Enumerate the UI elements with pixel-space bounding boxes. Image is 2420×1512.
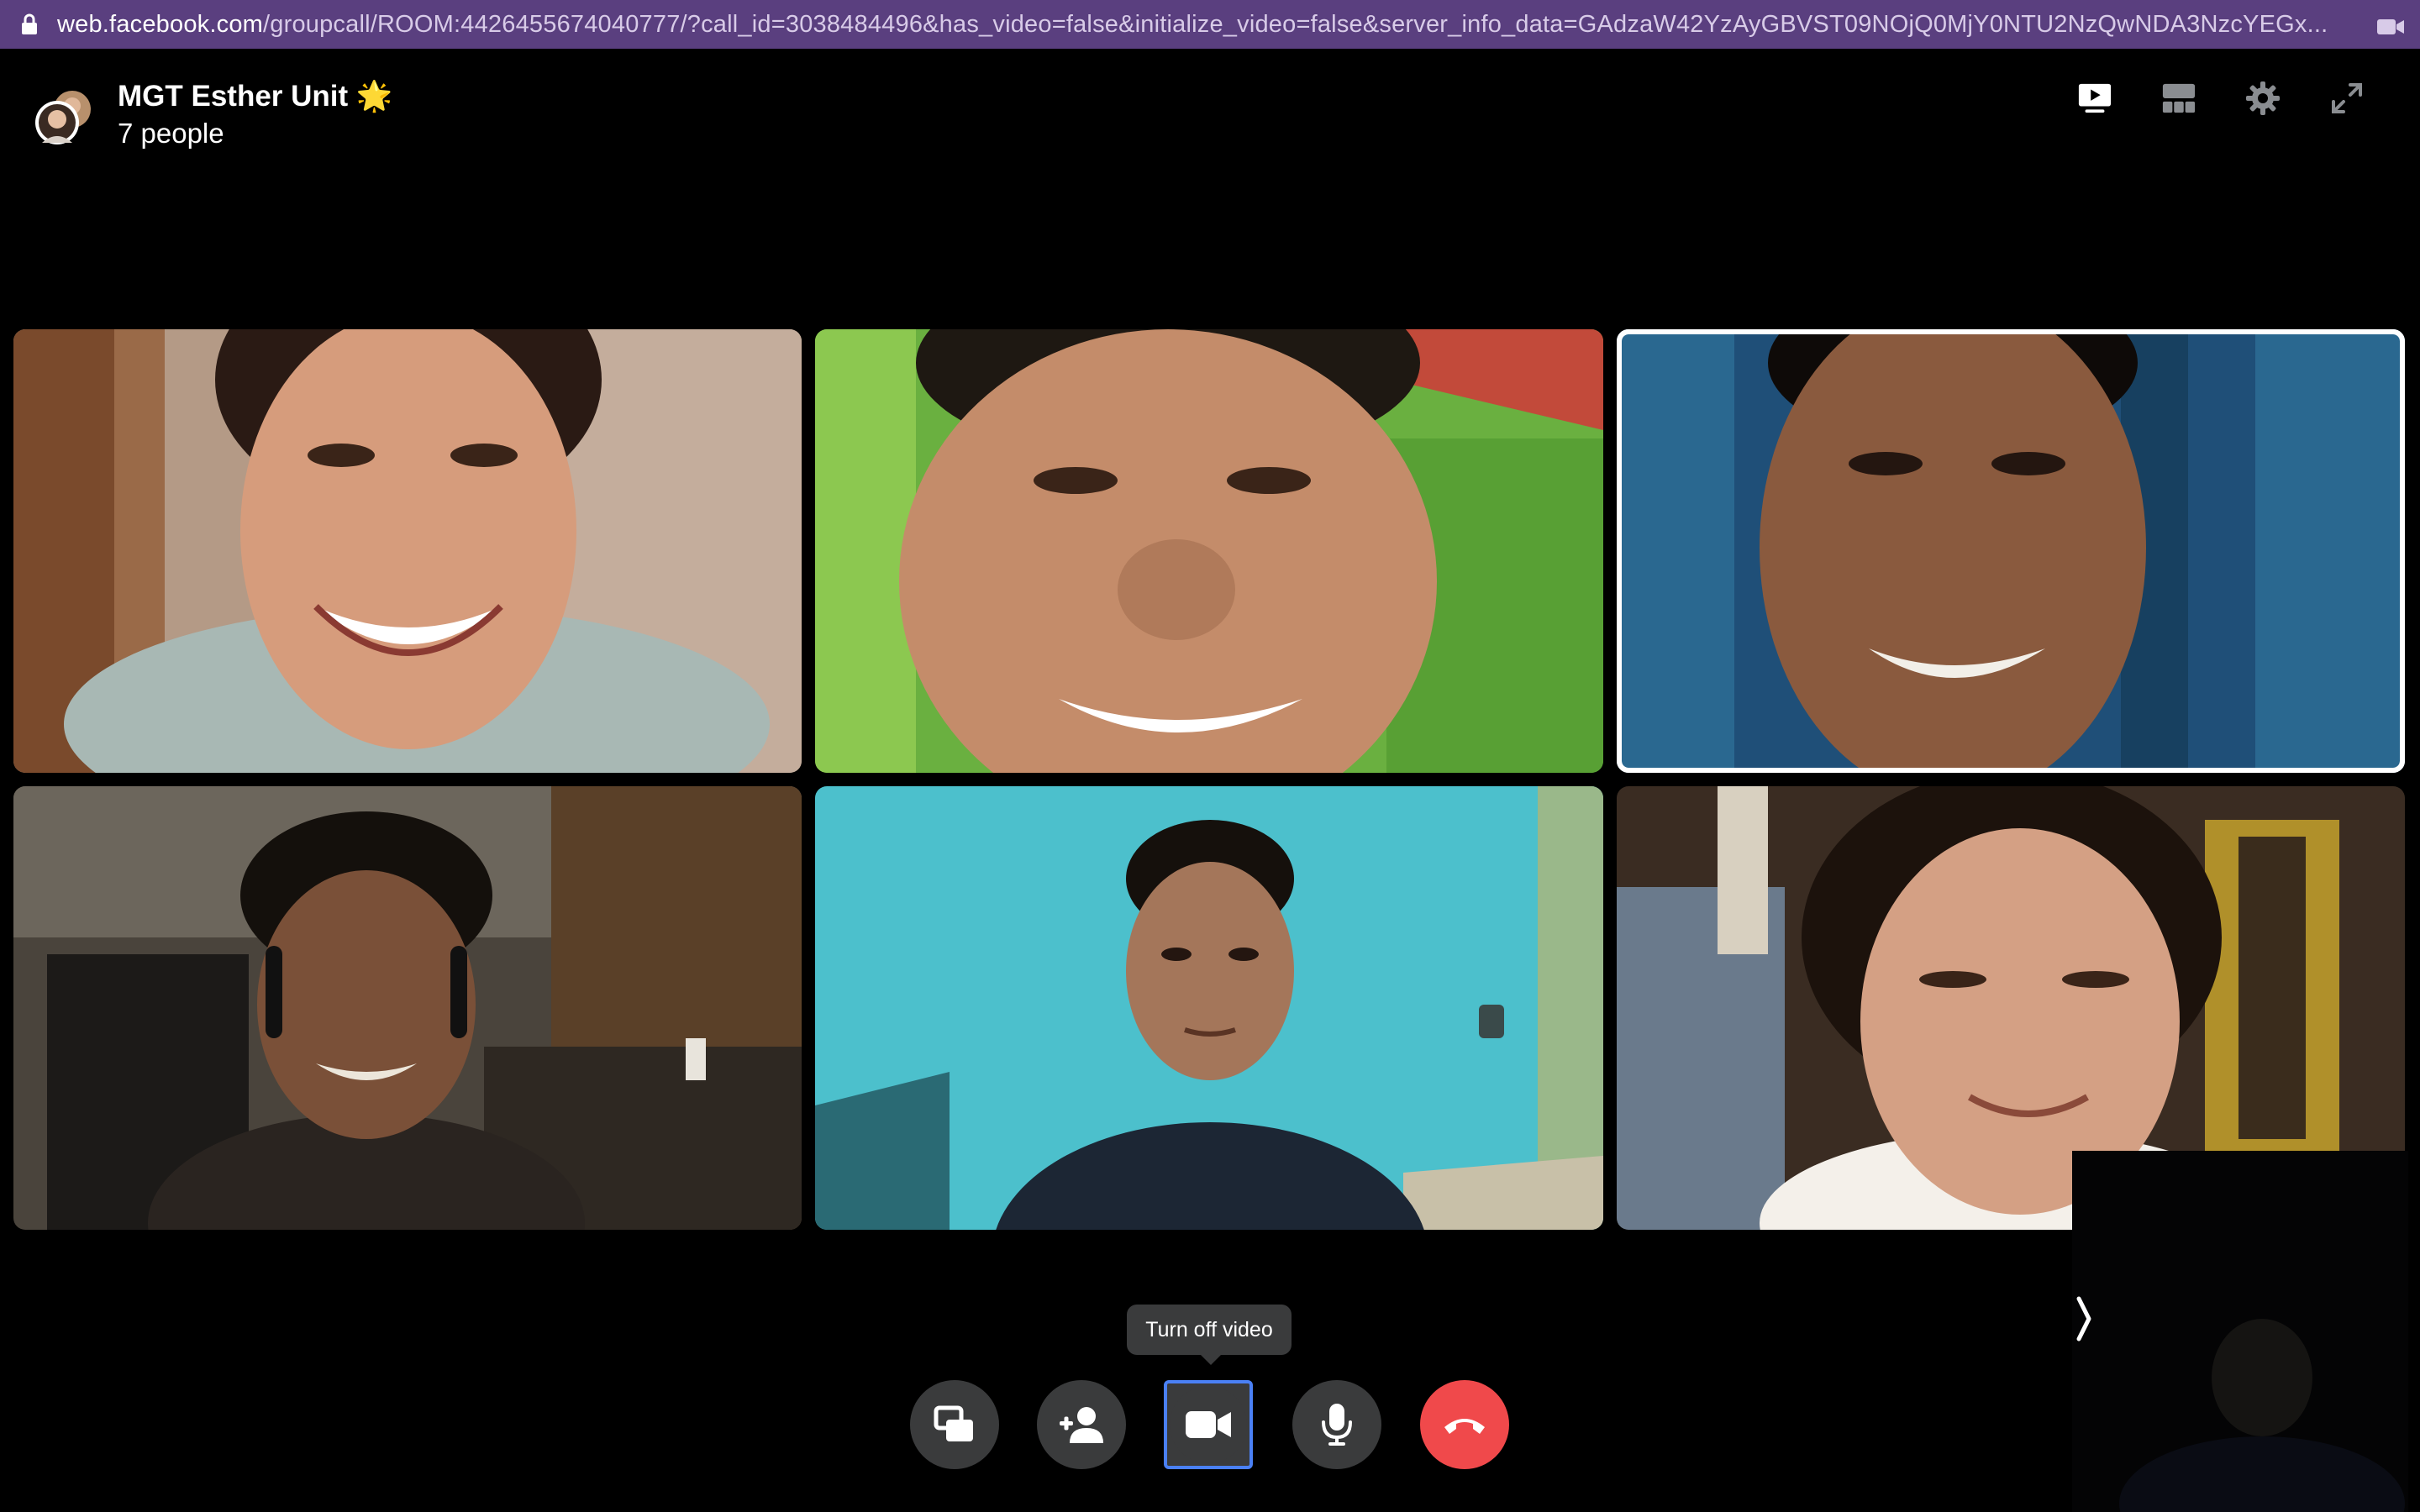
fullscreen-icon[interactable] (2329, 81, 2365, 116)
screen-view-icon[interactable] (2077, 81, 2112, 116)
participant-video-tile[interactable] (815, 329, 1603, 773)
url-domain: web.facebook.com (57, 10, 263, 38)
participant-video-tile-active-speaker[interactable] (1617, 329, 2405, 773)
lock-icon (20, 13, 39, 35)
participant-video (815, 786, 1603, 1230)
group-name: MGT Esther Unit 🌟 (118, 80, 393, 113)
participant-video-tile[interactable] (815, 786, 1603, 1230)
share-screen-button[interactable] (910, 1380, 999, 1469)
add-people-button[interactable] (1037, 1380, 1126, 1469)
chevron-right-icon (2076, 1296, 2091, 1341)
video-camera-icon (1186, 1411, 1231, 1438)
video-toggle-button[interactable] (1164, 1380, 1253, 1469)
participant-video (815, 329, 1603, 773)
camera-in-use-icon[interactable] (2376, 15, 2405, 34)
call-header: MGT Esther Unit 🌟 7 people (0, 49, 2420, 166)
microphone-button[interactable] (1292, 1380, 1381, 1469)
participant-video-tile[interactable] (13, 329, 802, 773)
add-person-icon (1060, 1407, 1103, 1443)
url-text[interactable]: web.facebook.com/groupcall/ROOM:44264556… (57, 11, 2376, 39)
settings-icon[interactable] (2245, 81, 2281, 116)
video-tooltip: Turn off video (1127, 1305, 1292, 1365)
header-actions (2077, 81, 2365, 116)
grid-view-icon[interactable] (2161, 81, 2196, 116)
url-path: /groupcall/ROOM:4426455674040777/?call_i… (263, 10, 2328, 38)
end-call-button[interactable] (1420, 1380, 1509, 1469)
video-button-inner (1170, 1386, 1247, 1463)
group-avatar[interactable] (32, 84, 96, 148)
next-page-arrow[interactable] (2072, 1294, 2097, 1344)
call-controls (0, 1380, 2420, 1473)
end-call-icon (1444, 1419, 1485, 1434)
participants-count: 7 people (118, 118, 224, 149)
participant-video (1617, 329, 2405, 773)
participant-video (13, 329, 802, 773)
participant-video-tile[interactable] (13, 786, 802, 1230)
browser-url-bar[interactable]: web.facebook.com/groupcall/ROOM:44264556… (0, 0, 2420, 49)
screen-share-icon (934, 1405, 973, 1441)
microphone-icon (1322, 1404, 1352, 1446)
participant-video (13, 786, 802, 1230)
